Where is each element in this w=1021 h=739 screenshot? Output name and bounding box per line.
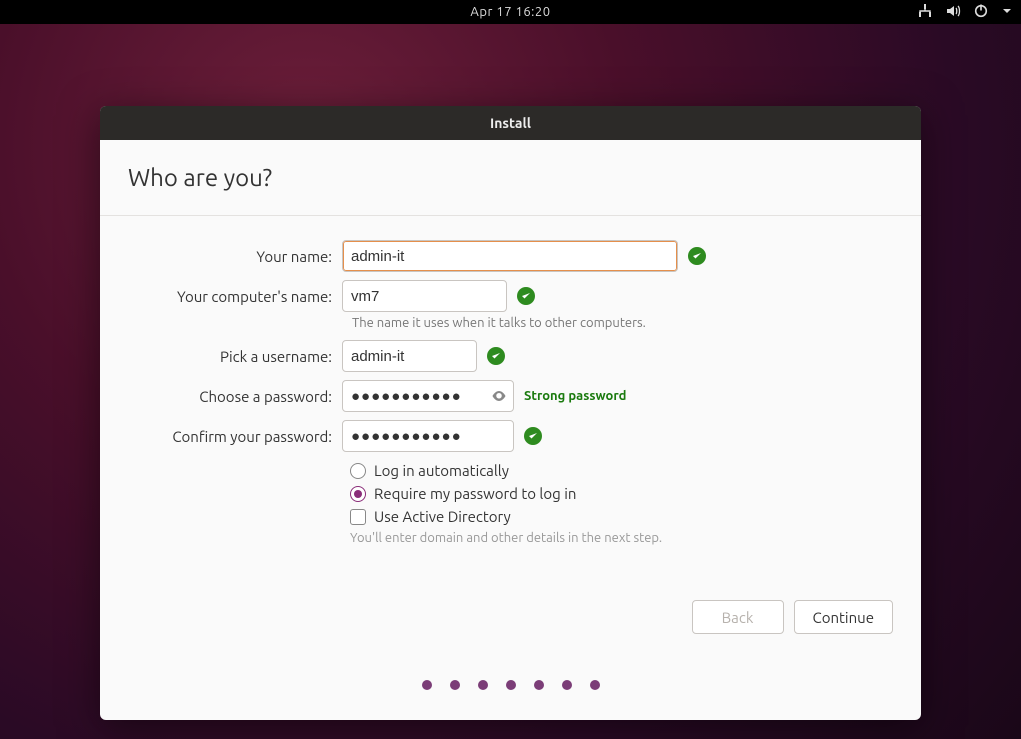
- chevron-down-icon[interactable]: [1001, 5, 1013, 20]
- radio-icon: [350, 486, 366, 502]
- radio-require-password[interactable]: Require my password to log in: [350, 485, 893, 502]
- username-input[interactable]: [342, 340, 477, 372]
- network-icon[interactable]: [917, 3, 933, 22]
- radio-label: Log in automatically: [374, 462, 509, 479]
- progress-dot: [590, 680, 600, 690]
- computer-name-hint: The name it uses when it talks to other …: [352, 316, 893, 330]
- continue-button[interactable]: Continue: [794, 600, 893, 634]
- password-input[interactable]: [342, 380, 514, 412]
- password-strength: Strong password: [524, 389, 626, 403]
- progress-dot: [506, 680, 516, 690]
- window-titlebar: Install: [100, 106, 921, 140]
- back-button[interactable]: Back: [692, 600, 784, 634]
- gnome-top-bar: Apr 17 16:20: [0, 0, 1021, 24]
- radio-auto-login[interactable]: Log in automatically: [350, 462, 893, 479]
- checkbox-label: Use Active Directory: [374, 508, 511, 525]
- progress-dot: [450, 680, 460, 690]
- progress-dot: [422, 680, 432, 690]
- password-label: Choose a password:: [128, 388, 342, 405]
- check-icon: [524, 427, 542, 445]
- window-title: Install: [490, 115, 531, 131]
- progress-dot: [562, 680, 572, 690]
- installer-window: Install Who are you? Your name: Your com…: [100, 106, 921, 720]
- confirm-password-label: Confirm your password:: [128, 428, 342, 445]
- check-icon: [517, 287, 535, 305]
- active-directory-hint: You'll enter domain and other details in…: [350, 531, 893, 545]
- radio-label: Require my password to log in: [374, 485, 576, 502]
- progress-dots: [100, 680, 921, 690]
- power-icon[interactable]: [973, 3, 989, 22]
- progress-dot: [534, 680, 544, 690]
- progress-dot: [478, 680, 488, 690]
- volume-icon[interactable]: [945, 3, 961, 22]
- eye-icon[interactable]: [490, 387, 508, 405]
- clock: Apr 17 16:20: [470, 5, 550, 19]
- your-name-input[interactable]: [342, 240, 678, 272]
- system-tray[interactable]: [917, 0, 1013, 24]
- your-name-label: Your name:: [128, 248, 342, 265]
- username-label: Pick a username:: [128, 348, 342, 365]
- divider: [100, 215, 921, 216]
- check-icon: [487, 347, 505, 365]
- radio-icon: [350, 463, 366, 479]
- check-icon: [688, 247, 706, 265]
- computer-name-label: Your computer's name:: [128, 288, 342, 305]
- confirm-password-input[interactable]: [342, 420, 514, 452]
- checkbox-active-directory[interactable]: Use Active Directory: [350, 508, 893, 525]
- user-form: Your name: Your computer's name: The nam…: [128, 240, 893, 545]
- computer-name-input[interactable]: [342, 280, 507, 312]
- page-heading: Who are you?: [128, 164, 893, 191]
- checkbox-icon: [350, 509, 366, 525]
